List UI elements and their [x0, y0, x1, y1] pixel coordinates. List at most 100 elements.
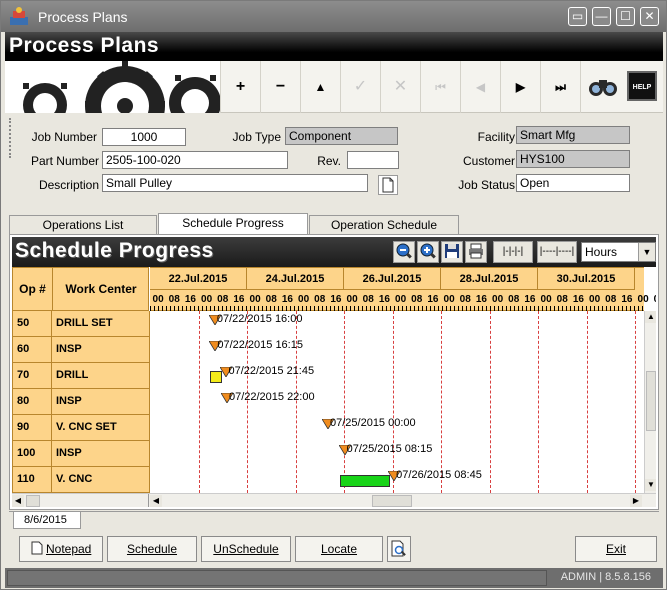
- zoom-out-button[interactable]: [393, 241, 415, 263]
- op-number: 80: [12, 389, 52, 415]
- previous-record-button[interactable]: ◀: [460, 61, 500, 113]
- horizontal-scrollbar[interactable]: ◀ ◀ ▶: [12, 493, 656, 507]
- milestone-label: 07/22/2015 22:00: [228, 391, 315, 403]
- scroll-up-icon[interactable]: ▲: [645, 311, 656, 323]
- op-number: 90: [12, 415, 52, 441]
- help-button[interactable]: HELP: [627, 71, 657, 101]
- save-button[interactable]: ✓: [340, 61, 380, 113]
- maximize-icon: ☐: [620, 9, 631, 23]
- day-gridline: [441, 311, 442, 493]
- job-number-label: Job Number: [31, 130, 97, 144]
- part-number-field[interactable]: 2505-100-020: [102, 151, 288, 169]
- date-header-cell: 28.Jul.2015: [441, 268, 538, 290]
- first-record-button[interactable]: ⏮: [420, 61, 460, 113]
- x-icon: ✕: [393, 78, 408, 95]
- gear-logo: [5, 61, 220, 113]
- grip-handle[interactable]: [9, 118, 17, 158]
- remove-button[interactable]: −: [260, 61, 300, 113]
- scroll-left-chart-icon[interactable]: ◀: [150, 495, 162, 507]
- vertical-scrollbar[interactable]: ▲ ▼: [644, 311, 656, 493]
- description-note-button[interactable]: [378, 175, 398, 195]
- job-form: Job Number 1000 Job Type Component Facil…: [5, 114, 663, 204]
- date-header-cell: 30.Jul.2015: [538, 268, 635, 290]
- rev-label: Rev.: [317, 154, 341, 168]
- operation-row[interactable]: 90 V. CNC SET: [12, 415, 150, 441]
- window-minimize-button[interactable]: —: [592, 7, 611, 26]
- work-center: V. CNC SET: [52, 415, 150, 441]
- time-unit-select[interactable]: Hours ▼: [581, 242, 656, 262]
- search-button[interactable]: [580, 61, 624, 113]
- time-unit-value: Hours: [585, 245, 618, 259]
- facility-label: Facility: [477, 130, 515, 144]
- zoom-in-icon: [420, 243, 436, 259]
- gantt-grid: Op # Work Center 22.Jul.2015 24.Jul.2015 2…: [12, 267, 656, 507]
- exit-button[interactable]: Exit: [575, 536, 657, 562]
- milestone-label: 07/26/2015 08:45: [396, 469, 482, 481]
- tab-operations-list[interactable]: Operations List: [9, 215, 157, 235]
- row-header: Op # Work Center: [12, 267, 149, 311]
- scroll-right-icon[interactable]: ▶: [630, 495, 642, 507]
- print-button[interactable]: [465, 241, 487, 263]
- cancel-button[interactable]: ✕: [380, 61, 420, 113]
- day-gridline: [344, 311, 345, 493]
- unschedule-button[interactable]: UnSchedule: [201, 536, 291, 562]
- description-label: Description: [38, 178, 99, 192]
- tab-schedule-progress[interactable]: Schedule Progress: [158, 213, 308, 236]
- facility-field[interactable]: Smart Mfg: [516, 126, 630, 144]
- scroll-down-icon[interactable]: ▼: [645, 479, 656, 491]
- operation-row[interactable]: 50 DRILL SET: [12, 311, 150, 337]
- locate-button[interactable]: Locate: [295, 536, 383, 562]
- notepad-button[interactable]: Notepad: [19, 536, 103, 562]
- operation-row[interactable]: 60 INSP: [12, 337, 150, 363]
- zoom-out-icon: [396, 243, 412, 259]
- print-preview-icon: [391, 540, 406, 557]
- title-bar[interactable]: Process Plans ▭ — ☐ ✕: [1, 1, 666, 32]
- save-chart-button[interactable]: [441, 241, 463, 263]
- op-number: 70: [12, 363, 52, 389]
- timescale-wide-button[interactable]: |----|----|: [537, 241, 577, 263]
- timescale-compact-button[interactable]: |-|-|-|: [493, 241, 533, 263]
- operation-row[interactable]: 70 DRILL: [12, 363, 150, 389]
- description-field[interactable]: Small Pulley: [102, 174, 368, 192]
- window-restore-button[interactable]: ▭: [568, 7, 587, 26]
- operation-row[interactable]: 100 INSP: [12, 441, 150, 467]
- job-number-field[interactable]: 1000: [102, 128, 186, 146]
- gantt-chart-area[interactable]: 07/22/2015 16:00 07/22/2015 16:15 07/22/20…: [150, 311, 644, 493]
- add-button[interactable]: +: [220, 61, 260, 113]
- schedule-progress-title: Schedule Progress: [15, 239, 214, 262]
- rev-field[interactable]: [347, 151, 399, 169]
- horizontal-scroll-thumb-left[interactable]: [26, 495, 40, 507]
- schedule-progress-panel: Schedule Progress |-|-|-| |----|----| Ho…: [9, 234, 659, 510]
- toolbar: + − ▲ ✓ ✕ ⏮ ◀ ▶ ⏭ HELP: [5, 61, 663, 113]
- chevron-down-icon: ▼: [638, 243, 655, 261]
- job-type-field[interactable]: Component: [285, 127, 398, 145]
- date-tab[interactable]: 8/6/2015: [13, 512, 81, 529]
- scroll-left-icon[interactable]: ◀: [12, 495, 24, 507]
- horizontal-scroll-thumb[interactable]: [372, 495, 412, 507]
- vertical-scroll-thumb[interactable]: [646, 371, 656, 431]
- previous-icon: ◀: [475, 80, 486, 94]
- move-up-button[interactable]: ▲: [300, 61, 340, 113]
- zoom-in-button[interactable]: [417, 241, 439, 263]
- operation-bar[interactable]: [340, 475, 391, 487]
- date-tab-strip: 8/6/2015: [9, 511, 659, 529]
- operation-row[interactable]: 110 V. CNC: [12, 467, 150, 493]
- next-record-button[interactable]: ▶: [500, 61, 540, 113]
- job-status-field[interactable]: Open: [516, 174, 630, 192]
- window-maximize-button[interactable]: ☐: [616, 7, 635, 26]
- day-gridline: [538, 311, 539, 493]
- work-center: INSP: [52, 389, 150, 415]
- banner-title: Process Plans: [9, 34, 160, 57]
- last-record-button[interactable]: ⏭: [540, 61, 580, 113]
- window-close-button[interactable]: ✕: [640, 7, 659, 26]
- operation-row[interactable]: 80 INSP: [12, 389, 150, 415]
- close-icon: ✕: [644, 9, 655, 23]
- part-number-label: Part Number: [30, 154, 99, 168]
- tab-operation-schedule[interactable]: Operation Schedule: [309, 215, 459, 235]
- schedule-button[interactable]: Schedule: [107, 536, 197, 562]
- customer-field[interactable]: HYS100: [516, 150, 630, 168]
- banner: Process Plans: [5, 32, 663, 61]
- preview-button[interactable]: [387, 536, 411, 562]
- work-center: DRILL SET: [52, 311, 150, 337]
- op-column-header: Op #: [13, 268, 53, 310]
